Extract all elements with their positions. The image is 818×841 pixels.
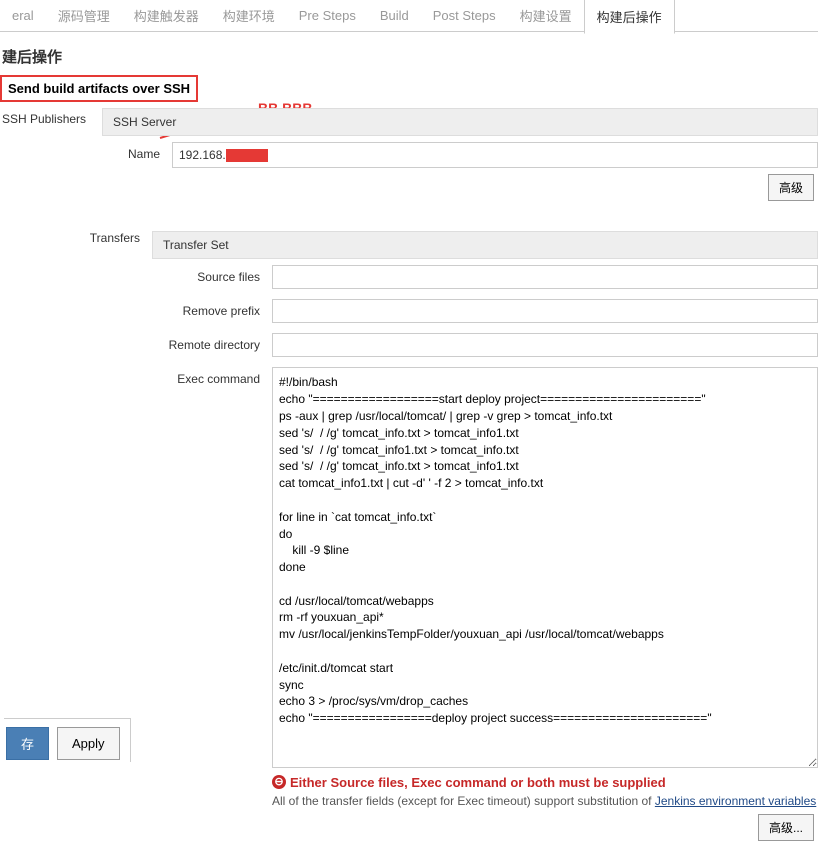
section-title: 建后操作 [0, 46, 818, 67]
tab-build-settings[interactable]: 构建设置 [508, 0, 584, 32]
tab-triggers[interactable]: 构建触发器 [122, 0, 211, 32]
help-text: All of the transfer fields (except for E… [272, 794, 818, 808]
name-value-text[interactable]: 192.168. [179, 148, 226, 162]
ssh-publisher-header: Send build artifacts over SSH [0, 75, 198, 102]
ssh-server-label: SSH Server [113, 115, 176, 129]
tab-build[interactable]: Build [368, 1, 421, 30]
transfer-set-bar: Transfer Set [152, 231, 818, 259]
tab-pre-steps[interactable]: Pre Steps [287, 1, 368, 30]
tab-post-steps[interactable]: Post Steps [421, 1, 508, 30]
source-files-input[interactable] [272, 265, 818, 289]
footer-buttons: 存 Apply [4, 718, 131, 762]
source-files-label: Source files [152, 265, 272, 284]
jenkins-env-link[interactable]: Jenkins environment variables [655, 794, 816, 808]
advanced-button-bottom[interactable]: 高级... [758, 814, 814, 841]
remove-prefix-input[interactable] [272, 299, 818, 323]
apply-button[interactable]: Apply [57, 727, 120, 760]
config-tabs: eral 源码管理 构建触发器 构建环境 Pre Steps Build Pos… [0, 0, 818, 32]
tab-environment[interactable]: 构建环境 [211, 0, 287, 32]
error-icon: ⊖ [272, 775, 286, 789]
ssh-server-bar: SSH Server [102, 108, 818, 136]
remote-directory-input[interactable] [272, 333, 818, 357]
tab-general[interactable]: eral [0, 1, 46, 30]
remove-prefix-label: Remove prefix [152, 299, 272, 318]
transfers-label: Transfers [82, 231, 152, 245]
remote-directory-label: Remote directory [152, 333, 272, 352]
save-button[interactable]: 存 [6, 727, 49, 760]
name-label: Name [102, 142, 172, 161]
tab-post-build[interactable]: 构建后操作 [584, 0, 675, 34]
validation-error: Either Source files, Exec command or bot… [290, 775, 666, 790]
exec-command-textarea[interactable] [272, 367, 818, 767]
exec-command-label: Exec command [152, 367, 272, 386]
tab-scm[interactable]: 源码管理 [46, 0, 122, 32]
transfer-set-label: Transfer Set [163, 238, 229, 252]
redacted-block [226, 149, 268, 162]
ssh-publishers-label: SSH Publishers [2, 108, 98, 126]
advanced-button-top[interactable]: 高级 [768, 174, 814, 201]
